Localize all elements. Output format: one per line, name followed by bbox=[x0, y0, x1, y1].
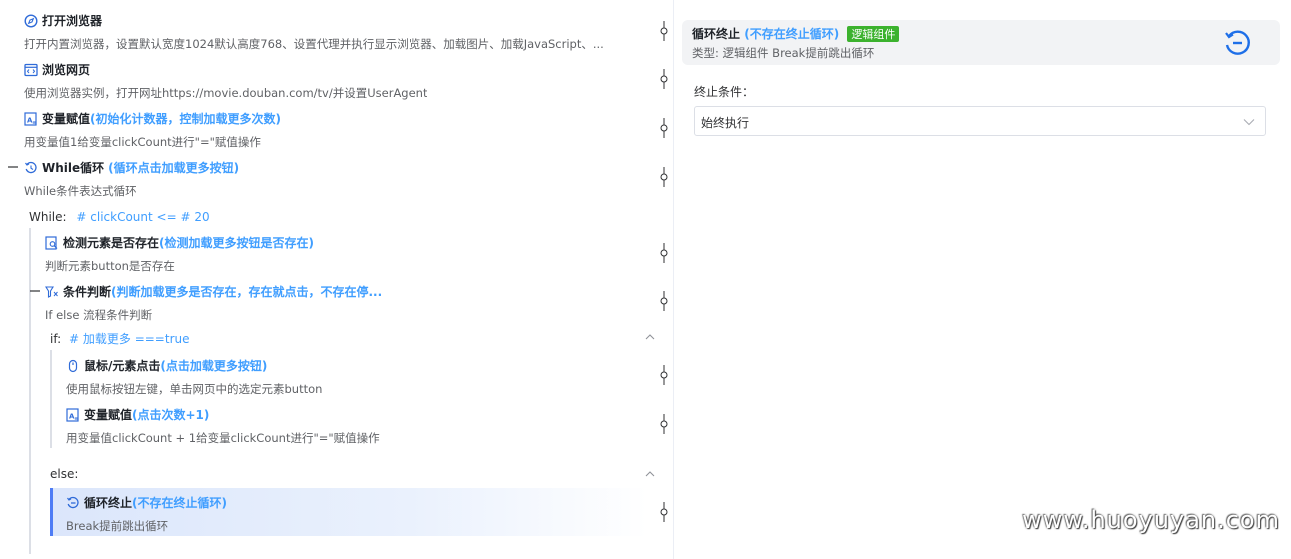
connector-handle-icon[interactable] bbox=[659, 414, 669, 434]
step-note: (循环点击加载更多按钮) bbox=[108, 161, 240, 175]
break-condition-label: 终止条件： bbox=[694, 85, 755, 99]
connector-handle-icon[interactable] bbox=[659, 502, 669, 522]
if-expression: # 加载更多 ===true bbox=[69, 332, 190, 346]
step-desc: While条件表达式循环 bbox=[24, 184, 137, 198]
loop-break-icon bbox=[1225, 30, 1250, 55]
step-desc: 用变量值1给变量clickCount进行"="赋值操作 bbox=[24, 135, 261, 149]
step-note: (检测加载更多按钮是否存在) bbox=[159, 236, 314, 250]
step-title: 浏览网页 bbox=[42, 63, 91, 77]
step-title: 循环终止 bbox=[84, 496, 133, 510]
if-condition: if: # 加载更多 ===true bbox=[50, 330, 190, 347]
svg-text:≡: ≡ bbox=[32, 120, 36, 126]
step-desc: If else 流程条件判断 bbox=[45, 308, 153, 322]
step-title: 条件判断 bbox=[63, 285, 112, 299]
connector-handle-icon[interactable] bbox=[659, 118, 669, 138]
step-var-init[interactable]: A ≡ 变量赋值 (初始化计数器，控制加载更多次数) 用变量值1给变量clickC… bbox=[4, 110, 644, 156]
step-mouse-click[interactable]: 鼠标/元素点击 (点击加载更多按钮) 使用鼠标按钮左键，单击网页中的选定元素bu… bbox=[46, 357, 646, 403]
step-note: (初始化计数器，控制加载更多次数) bbox=[90, 112, 281, 126]
step-note: (点击次数+1) bbox=[132, 408, 210, 422]
condition-icon bbox=[45, 285, 59, 299]
step-desc: Break提前跳出循环 bbox=[66, 519, 169, 533]
step-title: 打开浏览器 bbox=[42, 14, 103, 28]
compass-icon bbox=[24, 13, 38, 28]
step-loop-break[interactable]: 循环终止 (不存在终止循环) Break提前跳出循环 bbox=[46, 494, 646, 540]
step-desc: 用变量值clickCount + 1给变量clickCount进行"="赋值操作 bbox=[66, 431, 380, 445]
break-condition-value: 始终执行 bbox=[701, 116, 750, 130]
workflow-panel: 打开浏览器 打开内置浏览器，设置默认宽度1024默认高度768、设置代理并执行显… bbox=[0, 0, 672, 559]
else-condition: else: bbox=[50, 467, 78, 481]
step-note: (不存在终止循环) bbox=[132, 496, 227, 510]
connector-handle-icon[interactable] bbox=[659, 365, 669, 385]
while-label: While: bbox=[29, 210, 67, 224]
step-note: (点击加载更多按钮) bbox=[160, 359, 268, 373]
properties-panel: 循环终止 (不存在终止循环) 逻辑组件 类型: 逻辑组件 Break提前跳出循环… bbox=[673, 0, 1291, 559]
break-condition-select[interactable]: 始终执行 bbox=[694, 106, 1266, 136]
component-type-line: 类型: 逻辑组件 Break提前跳出循环 bbox=[692, 46, 875, 60]
connector-handle-icon[interactable] bbox=[659, 21, 669, 41]
step-condition[interactable]: 条件判断 (判断加载更多是否存在，存在就点击，不存在停... If else 流… bbox=[25, 283, 645, 329]
step-title: While循环 bbox=[42, 161, 105, 175]
code-window-icon bbox=[24, 63, 38, 77]
component-header: 循环终止 (不存在终止循环) 逻辑组件 类型: 逻辑组件 Break提前跳出循环 bbox=[682, 20, 1280, 65]
variable-assign-icon: A ≡ bbox=[24, 111, 38, 126]
loop-icon bbox=[24, 161, 38, 175]
loop-break-icon bbox=[66, 496, 80, 510]
component-type-tag: 逻辑组件 bbox=[847, 26, 900, 42]
step-title: 检测元素是否存在 bbox=[63, 236, 160, 250]
step-visit-page[interactable]: 浏览网页 使用浏览器实例，打开网址https://movie.douban.co… bbox=[4, 61, 644, 107]
step-desc: 使用浏览器实例，打开网址https://movie.douban.com/tv/… bbox=[24, 86, 428, 100]
mouse-icon bbox=[66, 359, 80, 373]
step-desc: 打开内置浏览器，设置默认宽度1024默认高度768、设置代理并执行显示浏览器、加… bbox=[24, 37, 604, 51]
step-title: 变量赋值 bbox=[42, 112, 91, 126]
step-while-loop[interactable]: While循环 (循环点击加载更多按钮) While条件表达式循环 bbox=[4, 159, 644, 205]
chevron-down-icon bbox=[1243, 119, 1255, 126]
step-title: 变量赋值 bbox=[84, 408, 133, 422]
while-condition: While: # clickCount <= # 20 bbox=[29, 210, 210, 224]
while-expression: # clickCount <= # 20 bbox=[76, 210, 210, 224]
step-note: (判断加载更多是否存在，存在就点击，不存在停... bbox=[111, 285, 383, 299]
connector-handle-icon[interactable] bbox=[659, 291, 669, 311]
step-open-browser[interactable]: 打开浏览器 打开内置浏览器，设置默认宽度1024默认高度768、设置代理并执行显… bbox=[4, 12, 644, 58]
connector-handle-icon[interactable] bbox=[659, 167, 669, 187]
watermark: www.huoyuyan.com bbox=[1022, 506, 1280, 534]
step-title: 鼠标/元素点击 bbox=[84, 359, 161, 373]
connector-handle-icon[interactable] bbox=[659, 243, 669, 263]
step-desc: 使用鼠标按钮左键，单击网页中的选定元素button bbox=[66, 382, 323, 396]
if-label: if: bbox=[50, 332, 62, 346]
element-check-icon bbox=[45, 235, 59, 250]
else-label: else: bbox=[50, 467, 79, 481]
step-var-increment[interactable]: A ≡ 变量赋值 (点击次数+1) 用变量值clickCount + 1给变量cl… bbox=[46, 406, 646, 452]
component-note: (不存在终止循环) bbox=[744, 27, 840, 41]
chevron-up-icon[interactable] bbox=[645, 333, 655, 341]
svg-text:≡: ≡ bbox=[74, 416, 78, 422]
chevron-up-icon[interactable] bbox=[645, 470, 655, 478]
component-title: 循环终止 bbox=[692, 27, 741, 41]
step-desc: 判断元素button是否存在 bbox=[45, 259, 175, 273]
variable-assign-icon: A ≡ bbox=[66, 407, 80, 422]
connector-handle-icon[interactable] bbox=[659, 69, 669, 89]
step-element-exists[interactable]: 检测元素是否存在 (检测加载更多按钮是否存在) 判断元素button是否存在 bbox=[25, 234, 645, 280]
